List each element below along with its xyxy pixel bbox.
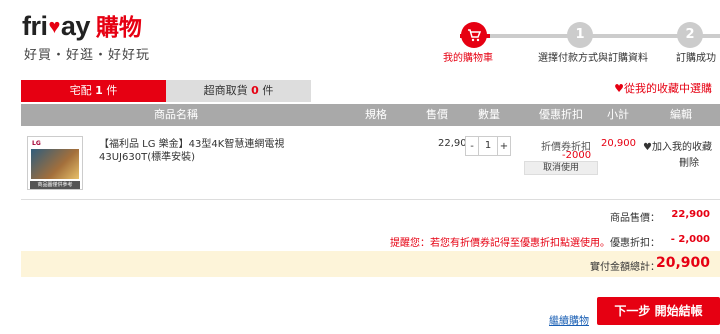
- discount-label: 優惠折扣：: [610, 238, 660, 249]
- goods-price-value: 22,900: [671, 209, 710, 220]
- col-subtotal: 小計: [607, 108, 629, 121]
- qty-minus-button[interactable]: -: [466, 141, 478, 152]
- product-name-link[interactable]: 【福利品 LG 樂金】43型4K智慧連網電視 43UJ630T(標準安裝): [99, 138, 339, 164]
- tab-store-suffix: 件: [262, 84, 274, 97]
- col-quantity: 數量: [478, 108, 500, 121]
- favorites-link[interactable]: ♥從我的收藏中選購: [614, 80, 712, 96]
- col-product-name: 商品名稱: [154, 108, 198, 121]
- friday-logo[interactable]: fri♥ay 購物: [22, 8, 142, 42]
- coupon-amount: -2000: [562, 150, 592, 161]
- col-discount: 優惠折扣: [539, 108, 583, 121]
- table-row: LG 商品圖僅供參考 【福利品 LG 樂金】43型4K智慧連網電視 43UJ63…: [21, 128, 720, 200]
- goods-price-label: 商品售價：: [610, 213, 660, 224]
- discount-value: - 2,000: [670, 234, 710, 245]
- logo-wordmark: fri♥ay: [22, 11, 90, 41]
- favorites-link-label: 從我的收藏中選購: [624, 82, 712, 95]
- quantity-stepper: - 1 +: [465, 136, 511, 156]
- image-caption: 商品圖僅供參考: [30, 181, 80, 189]
- heart-icon: ♥: [614, 82, 624, 95]
- item-subtotal: 20,900: [601, 138, 636, 149]
- total-label: 實付金額總計：: [590, 262, 660, 273]
- item-price: 22,900: [438, 138, 473, 149]
- cart-step-icon: [461, 22, 487, 48]
- tab-store-pickup[interactable]: 超商取貨 0 件: [166, 80, 311, 102]
- total-value: 20,900: [655, 255, 710, 271]
- delivery-tabs: 宅配 1 件 超商取貨 0 件: [21, 80, 311, 102]
- logo-shopping-text: 購物: [95, 15, 142, 41]
- discount-notice: 提醒您：若您有折價券記得至優惠折扣點選使用。優惠折扣：: [390, 234, 660, 249]
- brand-logo: LG: [32, 140, 41, 147]
- heart-icon: ♥: [643, 142, 652, 153]
- checkout-steps: 1 2 我的購物車 選擇付款方式與訂購資料 訂購成功: [440, 22, 720, 66]
- tab-home-delivery[interactable]: 宅配 1 件: [21, 80, 166, 102]
- product-thumbnail[interactable]: LG 商品圖僅供參考: [27, 136, 83, 190]
- cancel-coupon-button[interactable]: 取消使用: [524, 161, 598, 175]
- qty-plus-button[interactable]: +: [498, 141, 510, 152]
- step-number-1: 1: [567, 22, 593, 48]
- step-label-payment: 選擇付款方式與訂購資料: [538, 53, 648, 64]
- tab-home-label: 宅配: [69, 84, 92, 97]
- step-label-success: 訂購成功: [676, 53, 716, 64]
- continue-shopping-link[interactable]: 繼續購物: [549, 312, 589, 327]
- tab-store-count: 0: [251, 84, 259, 97]
- logo-heart-icon: ♥: [48, 16, 61, 38]
- tab-home-count: 1: [95, 84, 103, 97]
- col-edit: 編輯: [670, 108, 692, 121]
- step-label-cart: 我的購物車: [443, 53, 493, 64]
- col-spec: 規格: [365, 108, 387, 121]
- delete-item-button[interactable]: 刪除: [679, 154, 699, 169]
- cart-table-header: 商品名稱 規格 售價 數量 優惠折扣 小計 編輯: [21, 104, 720, 126]
- tv-image: [31, 149, 79, 179]
- tab-store-label: 超商取貨: [203, 84, 248, 97]
- checkout-button[interactable]: 下一步 開始結帳: [597, 297, 720, 325]
- qty-input[interactable]: 1: [478, 137, 498, 155]
- step-number-2: 2: [677, 22, 703, 48]
- notice-text: 提醒您：若您有折價券記得至優惠折扣點選使用。: [390, 238, 610, 249]
- add-favorite-label: 加入我的收藏: [651, 142, 712, 153]
- col-price: 售價: [426, 108, 448, 121]
- tab-home-suffix: 件: [106, 84, 118, 97]
- slogan: 好買・好逛・好好玩: [24, 48, 151, 63]
- add-favorite-button[interactable]: ♥加入我的收藏: [643, 138, 712, 153]
